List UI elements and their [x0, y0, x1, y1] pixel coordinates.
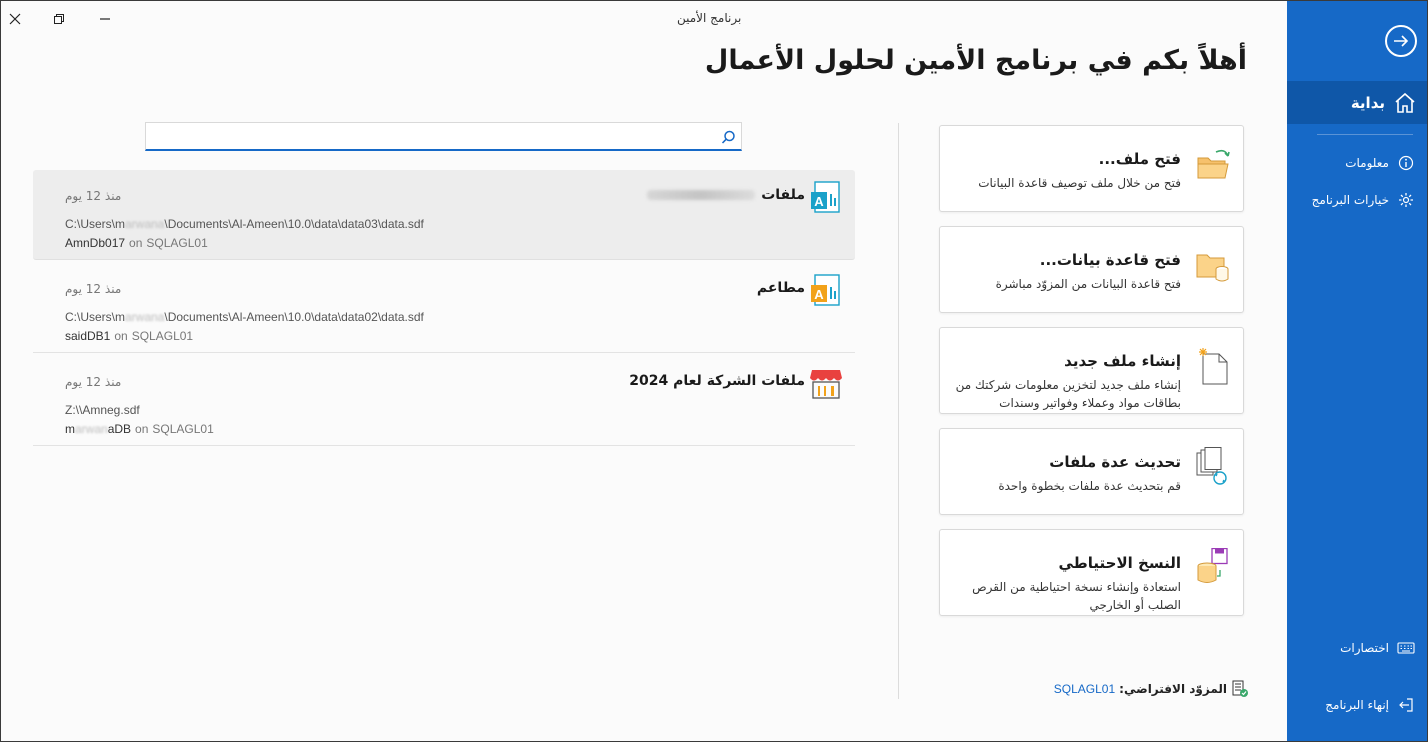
recent-file-title: مطاعم — [756, 280, 805, 296]
provider-value[interactable]: SQLAGL01 — [1054, 682, 1115, 696]
arrow-right-icon — [1394, 35, 1409, 47]
card-title: النسخ الاحتياطي — [1058, 554, 1182, 572]
sidebar-item-label: معلومات — [1345, 156, 1389, 170]
folder-open-icon — [1197, 149, 1230, 179]
recent-file-time: منذ 12 يوم — [65, 282, 122, 296]
backup-icon — [1197, 548, 1228, 583]
sidebar-item-options[interactable]: خيارات البرنامج — [1287, 188, 1427, 212]
open-file-card[interactable]: فتح ملف... فتح من خلال ملف توصيف قاعدة ا… — [939, 125, 1244, 212]
recent-file-title: ملفات — [647, 187, 805, 203]
card-description: إنشاء ملف جديد لتخزين معلومات شركتك من ب… — [955, 378, 1181, 410]
app-window: برنامج الأمين أهلاً بكم في برنامج الأمين… — [0, 0, 1428, 742]
keyboard-icon — [1397, 641, 1415, 655]
restore-icon — [54, 14, 64, 24]
recent-file-path: C:\Users\marwana\Documents\Al-Ameen\10.0… — [65, 310, 424, 324]
sidebar-divider — [1317, 134, 1413, 135]
title-bar: برنامج الأمين — [1, 1, 1287, 37]
server-icon — [1231, 680, 1249, 698]
svg-text:A: A — [814, 287, 824, 302]
recent-file-database: saidDB1 on SQLAGL01 — [65, 329, 194, 343]
card-title: فتح ملف... — [1098, 150, 1181, 168]
vertical-divider — [898, 123, 899, 699]
recent-file-database: AmnDb017 on SQLAGL01 — [65, 236, 208, 250]
home-icon — [1393, 91, 1417, 115]
database-file-icon: A — [811, 181, 840, 213]
recent-file-time: منذ 12 يوم — [65, 189, 122, 203]
sidebar-item-shortcuts[interactable]: اختصارات — [1287, 636, 1427, 660]
restaurant-icon — [810, 370, 842, 399]
card-title: فتح قاعدة بيانات... — [1039, 251, 1181, 269]
card-description: فتح قاعدة البيانات من المزوّد مباشرة — [995, 277, 1181, 291]
page-title: أهلاً بكم في برنامج الأمين لحلول الأعمال — [704, 45, 1247, 76]
update-files-icon — [1196, 447, 1227, 485]
recent-file-database: marwanaDB on SQLAGL01 — [65, 422, 214, 436]
search-box[interactable] — [145, 122, 742, 151]
card-title: إنشاء ملف جديد — [1064, 352, 1181, 370]
sidebar-item-exit[interactable]: إنهاء البرنامج — [1287, 693, 1427, 717]
card-description: قم بتحديث عدة ملفات بخطوة واحدة — [998, 479, 1181, 493]
recent-file-item[interactable]: ملفات الشركة لعام 2024 منذ 12 يوم Z:\\Am… — [33, 356, 855, 446]
close-button[interactable] — [1, 5, 29, 33]
recent-file-path: Z:\\Amneg.sdf — [65, 403, 140, 417]
recent-file-path: C:\Users\marwana\Documents\Al-Ameen\10.0… — [65, 217, 424, 231]
back-button[interactable] — [1385, 25, 1417, 57]
provider-label: المزوّد الافتراضي: — [1119, 682, 1227, 696]
close-icon — [9, 13, 21, 25]
recent-file-item[interactable]: A ملفات منذ 12 يوم C:\Users\marwana\Docu… — [33, 170, 855, 260]
info-icon — [1397, 155, 1415, 171]
sidebar-item-label: خيارات البرنامج — [1311, 193, 1389, 207]
minimize-icon — [100, 18, 110, 20]
backup-card[interactable]: النسخ الاحتياطي استعادة وإنشاء نسخة احتي… — [939, 529, 1244, 616]
minimize-button[interactable] — [91, 5, 119, 33]
restore-button[interactable] — [45, 5, 73, 33]
exit-icon — [1397, 697, 1415, 713]
search-input[interactable] — [150, 126, 714, 148]
new-file-icon — [1199, 348, 1228, 385]
sidebar-item-start[interactable]: بداية — [1287, 81, 1427, 124]
card-description: استعادة وإنشاء نسخة احتياطية من القرص ال… — [972, 580, 1181, 612]
sidebar-item-info[interactable]: معلومات — [1287, 151, 1427, 175]
window-title: برنامج الأمين — [677, 11, 742, 25]
folder-database-icon — [1196, 254, 1229, 282]
card-description: فتح من خلال ملف توصيف قاعدة البيانات — [978, 176, 1181, 190]
search-icon[interactable] — [719, 128, 737, 146]
new-file-card[interactable]: إنشاء ملف جديد إنشاء ملف جديد لتخزين معل… — [939, 327, 1244, 414]
recent-file-time: منذ 12 يوم — [65, 375, 122, 389]
sidebar-item-label: اختصارات — [1340, 641, 1389, 655]
recent-file-item[interactable]: A مطاعم منذ 12 يوم C:\Users\marwana\Docu… — [33, 263, 855, 353]
open-database-card[interactable]: فتح قاعدة بيانات... فتح قاعدة البيانات م… — [939, 226, 1244, 313]
recent-file-title: ملفات الشركة لعام 2024 — [629, 373, 805, 389]
default-provider: المزوّد الافتراضي: SQLAGL01 — [1001, 679, 1249, 699]
card-title: تحديث عدة ملفات — [1049, 453, 1181, 471]
sidebar: بداية معلومات خيارات البرنامج اختصارات إ… — [1287, 1, 1427, 741]
update-files-card[interactable]: تحديث عدة ملفات قم بتحديث عدة ملفات بخطو… — [939, 428, 1244, 515]
sidebar-item-label: إنهاء البرنامج — [1325, 698, 1389, 712]
svg-text:A: A — [814, 194, 824, 209]
sidebar-item-label: بداية — [1350, 93, 1385, 112]
database-file-icon: A — [811, 274, 840, 306]
gear-icon — [1397, 192, 1415, 208]
